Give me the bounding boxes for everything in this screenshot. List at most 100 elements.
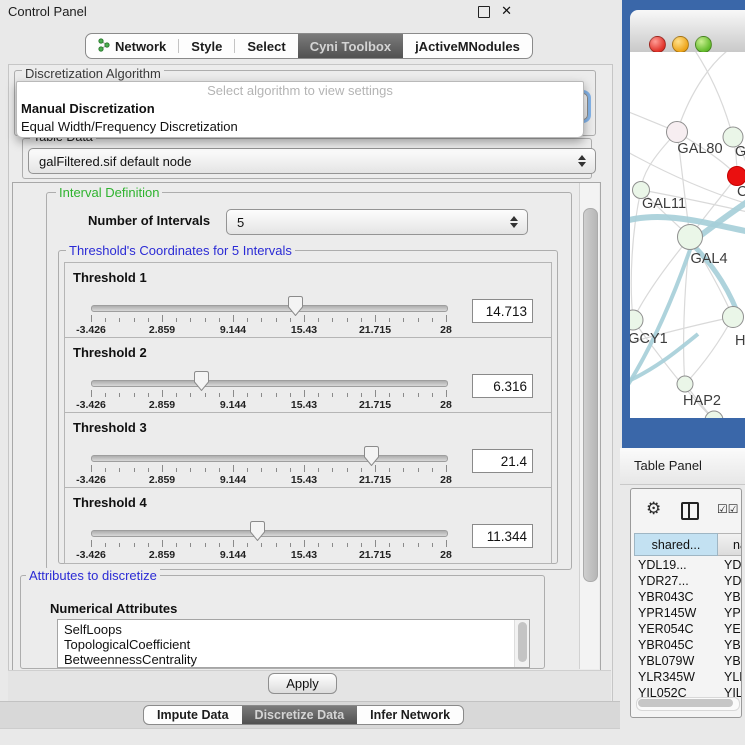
tick-mark — [219, 318, 220, 322]
tab-impute-data[interactable]: Impute Data — [144, 706, 242, 724]
tick-label: 2.859 — [140, 399, 184, 411]
table-row[interactable]: YDR27...YDR2 — [634, 573, 742, 589]
slider-thumb[interactable] — [288, 296, 303, 316]
combo-spinner-icon[interactable] — [578, 155, 586, 167]
threshold-slider[interactable]: -3.4262.8599.14415.4321.71528 — [91, 445, 446, 485]
network-edge — [677, 52, 734, 132]
table-row[interactable]: YDL19...YDL1 — [634, 557, 742, 573]
number-of-intervals-combobox[interactable]: 5 — [226, 209, 528, 235]
tick-label: 9.144 — [211, 474, 255, 486]
dropdown-option-equal-width-frequency[interactable]: Equal Width/Frequency Discretization — [17, 118, 583, 136]
column-header-shared-name[interactable]: shared... — [634, 533, 718, 556]
slider-thumb[interactable] — [364, 446, 379, 466]
network-node-gal80[interactable] — [667, 122, 688, 143]
list-item-selfloops[interactable]: SelfLoops — [58, 620, 529, 637]
network-node-hap2[interactable] — [677, 376, 693, 392]
tab-select[interactable]: Select — [235, 34, 297, 58]
slider-track[interactable] — [91, 455, 448, 462]
slider-track[interactable] — [91, 305, 448, 312]
tick-mark — [205, 543, 206, 547]
tick-mark — [91, 540, 92, 547]
slider-tick-labels: -3.4262.8599.14415.4321.71528 — [91, 474, 446, 486]
slider-thumb[interactable] — [194, 371, 209, 391]
tick-mark — [247, 318, 248, 322]
list-item-topologicalcoefficient[interactable]: TopologicalCoefficient — [58, 637, 529, 652]
network-node-h[interactable] — [723, 307, 744, 328]
select-checkboxes-icon[interactable]: ☑☑ — [717, 502, 739, 516]
apply-button[interactable]: Apply — [268, 673, 337, 694]
table-horizontal-scrollbar[interactable] — [636, 697, 740, 711]
tick-mark — [134, 318, 135, 322]
scrollbar-thumb[interactable] — [583, 208, 598, 582]
slider-thumb[interactable] — [250, 521, 265, 541]
threshold-value-field[interactable] — [472, 299, 533, 323]
table-row[interactable]: YPR145WYPR1 — [634, 605, 742, 621]
numerical-attributes-list[interactable]: SelfLoopsTopologicalCoefficientBetweenne… — [57, 619, 530, 668]
tick-label: 21.715 — [353, 549, 397, 561]
tab-jactivemnodules[interactable]: jActiveMNodules — [403, 34, 532, 58]
tick-mark — [176, 543, 177, 547]
tick-mark — [91, 315, 92, 322]
scrollbar-thumb[interactable] — [518, 622, 527, 662]
network-node-gcy1[interactable] — [630, 310, 643, 330]
network-edge — [631, 190, 641, 320]
network-node-gal4[interactable] — [678, 225, 703, 250]
node-table-panel: ⚙ ☑☑ shared... na YDL19...YDL1YDR27...YD… — [630, 488, 742, 718]
list-vertical-scrollbar[interactable] — [514, 620, 529, 667]
threshold-value-field[interactable] — [472, 524, 533, 548]
scrollbar-thumb[interactable] — [638, 699, 733, 707]
table-row[interactable]: YBL079WYBL0 — [634, 653, 742, 669]
threshold-panel-2: Threshold 2 -3.4262.8599.14415.4321.7152… — [64, 337, 552, 414]
tick-mark — [361, 393, 362, 397]
tick-mark — [332, 543, 333, 547]
threshold-slider[interactable]: -3.4262.8599.14415.4321.71528 — [91, 295, 446, 335]
tick-label: 15.43 — [282, 474, 326, 486]
tab-infer-network[interactable]: Infer Network — [357, 706, 463, 724]
threshold-slider[interactable]: -3.4262.8599.14415.4321.71528 — [91, 370, 446, 410]
settings-gear-icon[interactable]: ⚙ — [646, 500, 661, 517]
tick-mark — [304, 390, 305, 397]
table-row[interactable]: YBR043CYBR0 — [634, 589, 742, 605]
tab-cyni-toolbox[interactable]: Cyni Toolbox — [298, 34, 403, 58]
list-item-betweennesscentrality[interactable]: BetweennessCentrality — [58, 652, 529, 667]
tick-mark — [332, 393, 333, 397]
close-icon[interactable]: ✕ — [501, 3, 512, 19]
network-canvas[interactable]: GAL80G.CGAL11GAL4GCY1HHAP2 — [630, 52, 745, 418]
tick-mark — [91, 390, 92, 397]
tick-mark — [318, 393, 319, 397]
network-node-c[interactable] — [728, 167, 745, 186]
table-row[interactable]: YBR045CYBR0 — [634, 637, 742, 653]
threshold-slider[interactable]: -3.4262.8599.14415.4321.71528 — [91, 520, 446, 560]
tick-mark — [418, 543, 419, 547]
threshold-value-field[interactable] — [472, 449, 533, 473]
tab-style[interactable]: Style — [179, 34, 234, 58]
settings-vertical-scrollbar[interactable] — [579, 183, 599, 669]
tick-label: 28 — [424, 324, 468, 336]
zoom-traffic-light[interactable] — [695, 36, 712, 53]
table-row[interactable]: YER054CYER0 — [634, 621, 742, 637]
tick-mark — [290, 318, 291, 322]
close-traffic-light[interactable] — [649, 36, 666, 53]
tab-network[interactable]: Network — [86, 34, 178, 58]
slider-track[interactable] — [91, 530, 448, 537]
network-node-label: HAP2 — [683, 393, 721, 409]
tab-label: jActiveMNodules — [415, 39, 520, 54]
slider-track[interactable] — [91, 380, 448, 387]
minimize-traffic-light[interactable] — [672, 36, 689, 53]
tick-mark — [403, 318, 404, 322]
tick-mark — [304, 315, 305, 322]
tab-discretize-data[interactable]: Discretize Data — [242, 706, 358, 724]
tick-label: 28 — [424, 474, 468, 486]
dropdown-option-manual-discretization[interactable]: Manual Discretization — [17, 100, 583, 118]
cell-name: YPR1 — [718, 605, 742, 621]
combo-spinner-icon[interactable] — [510, 216, 518, 228]
table-row[interactable]: YLR345WYLR3 — [634, 669, 742, 685]
column-layout-icon[interactable] — [681, 502, 699, 520]
threshold-value-field[interactable] — [472, 374, 533, 398]
slider-tick-labels: -3.4262.8599.14415.4321.71528 — [91, 399, 446, 411]
cell-shared-name: YER054C — [634, 621, 718, 637]
column-header-name[interactable]: na — [718, 533, 742, 556]
tick-mark — [176, 468, 177, 472]
float-window-icon[interactable] — [478, 6, 490, 18]
table-data-combobox[interactable]: galFiltered.sif default node — [28, 148, 596, 174]
